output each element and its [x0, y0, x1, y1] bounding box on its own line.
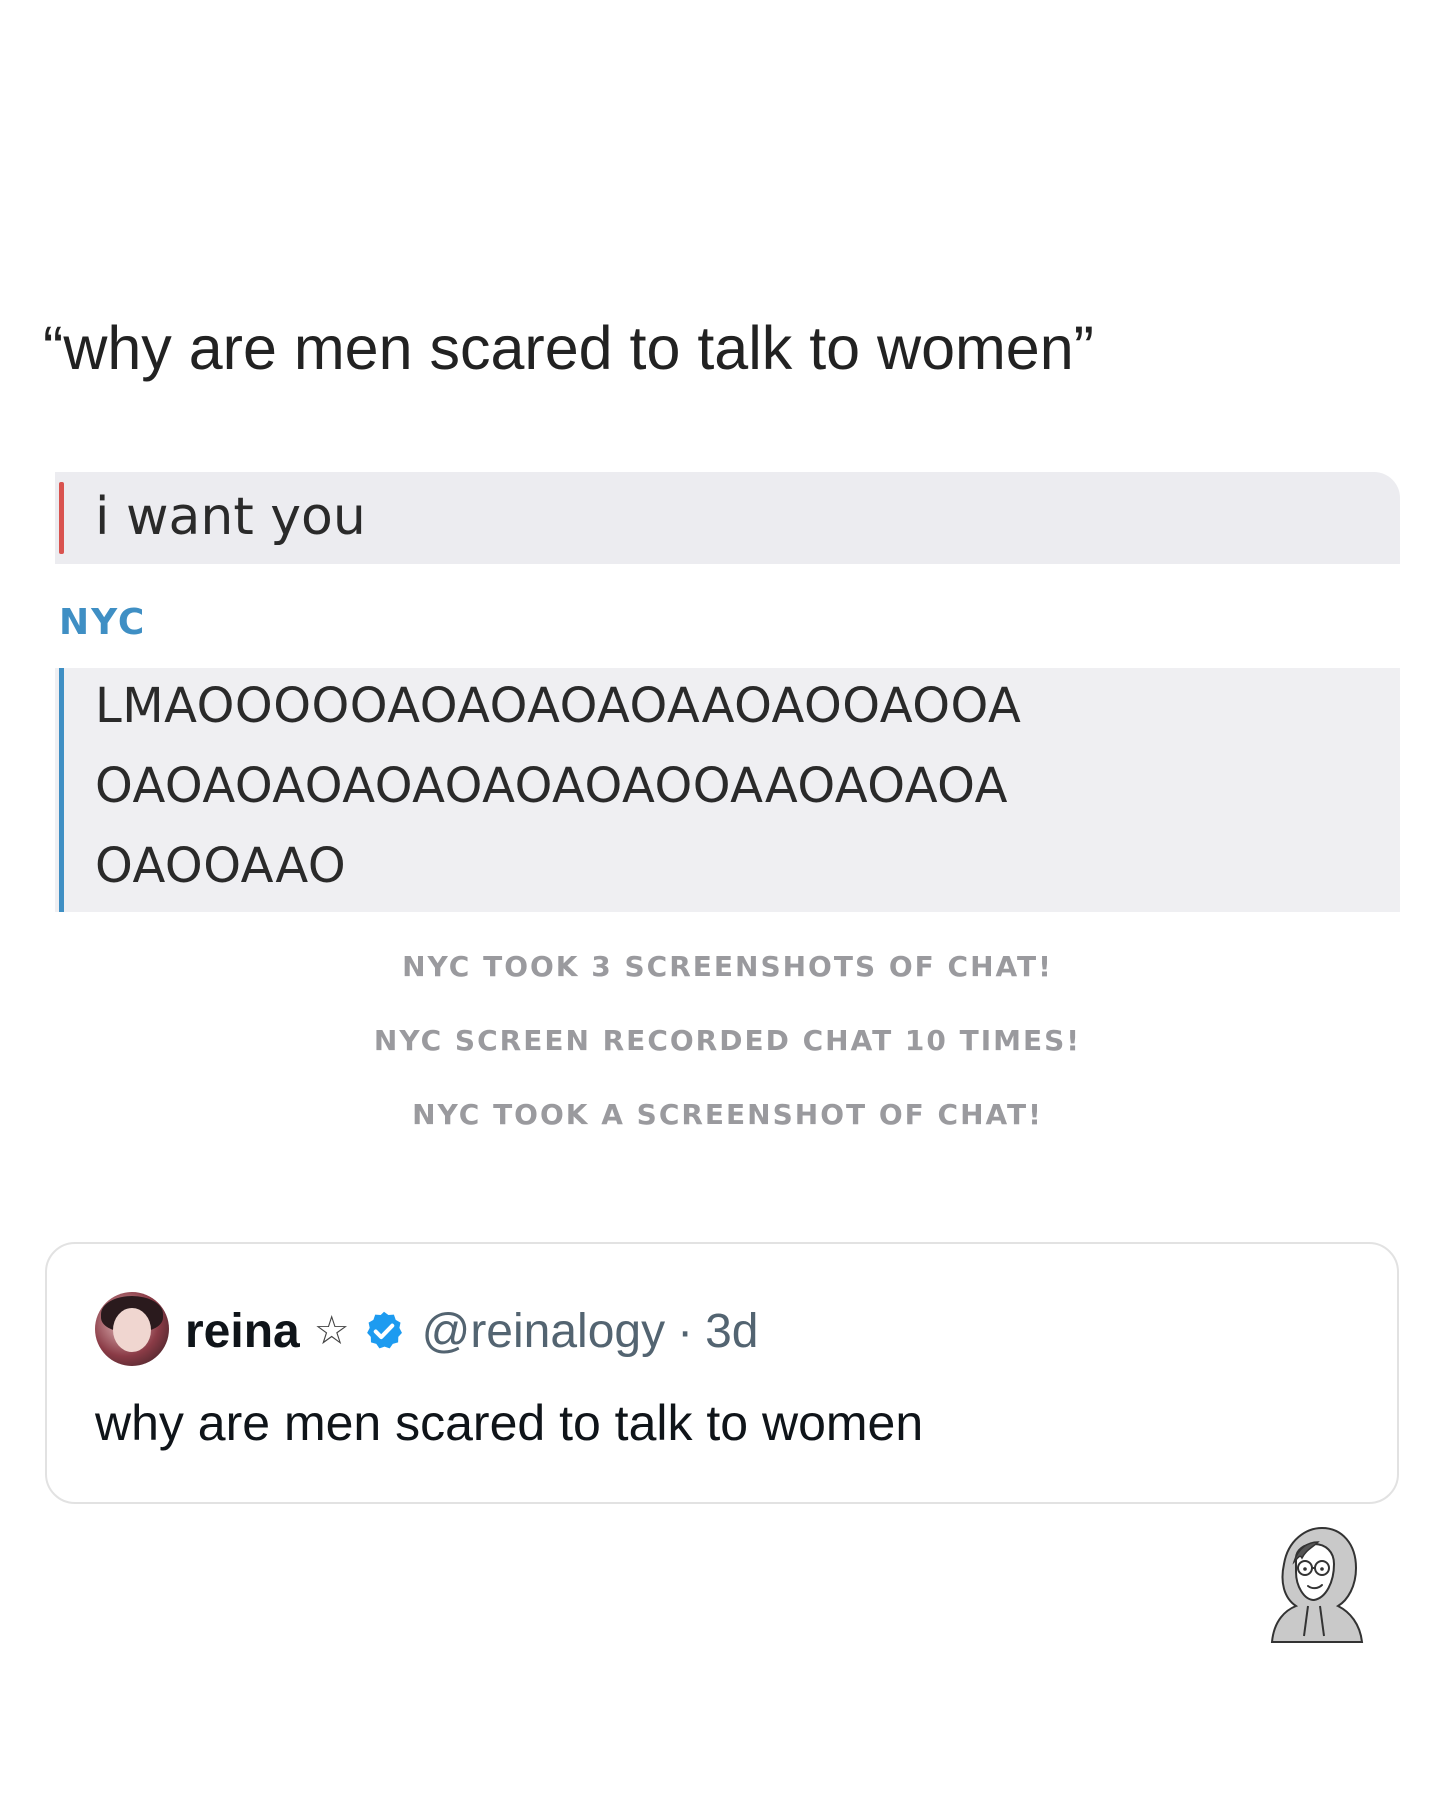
caption-text: “why are men scared to talk to women” — [43, 314, 1094, 382]
incoming-message-bar — [59, 668, 64, 912]
hooded-cartoon-character-icon — [1262, 1524, 1366, 1644]
outgoing-message-text: i want you — [95, 487, 366, 547]
star-icon: ☆ — [313, 1309, 350, 1353]
system-note: NYC TOOK A SCREENSHOT OF CHAT! — [412, 1098, 1043, 1131]
incoming-message-line: OAOOAAO — [95, 838, 347, 894]
tweet-body: why are men scared to talk to women — [95, 1395, 924, 1451]
incoming-message-line: OAOAOAOAOAOAOAOAOOAAOAOAOA — [95, 758, 1008, 814]
verified-badge-icon — [362, 1309, 406, 1353]
system-note: NYC SCREEN RECORDED CHAT 10 TIMES! — [373, 1024, 1082, 1057]
tweet-separator: · — [677, 1304, 694, 1358]
tweet-author-name[interactable]: reina — [185, 1304, 300, 1359]
outgoing-message-bar — [59, 482, 64, 554]
system-note: NYC TOOK 3 SCREENSHOTS OF CHAT! — [402, 950, 1053, 983]
avatar-face — [113, 1308, 151, 1352]
sender-label: NYC — [59, 602, 147, 643]
tweet-header: reina ☆ @reinalogy · 3d — [185, 1298, 758, 1364]
tweet-card[interactable]: reina ☆ @reinalogy · 3d why are men scar… — [45, 1242, 1399, 1504]
incoming-message: LMAOOOOOAOAOAOAOAAOAOOAOOA OAOAOAOAOAOAO… — [55, 668, 1400, 912]
avatar[interactable] — [95, 1292, 169, 1366]
outgoing-message: i want you — [55, 472, 1400, 564]
tweet-handle[interactable]: @reinalogy — [422, 1304, 666, 1359]
incoming-message-line: LMAOOOOOAOAOAOAOAAOAOOAOOA — [95, 678, 1022, 734]
tweet-timestamp[interactable]: 3d — [705, 1304, 758, 1359]
chat-panel: i want you NYC LMAOOOOOAOAOAOAOAAOAOOAOO… — [55, 472, 1400, 1152]
